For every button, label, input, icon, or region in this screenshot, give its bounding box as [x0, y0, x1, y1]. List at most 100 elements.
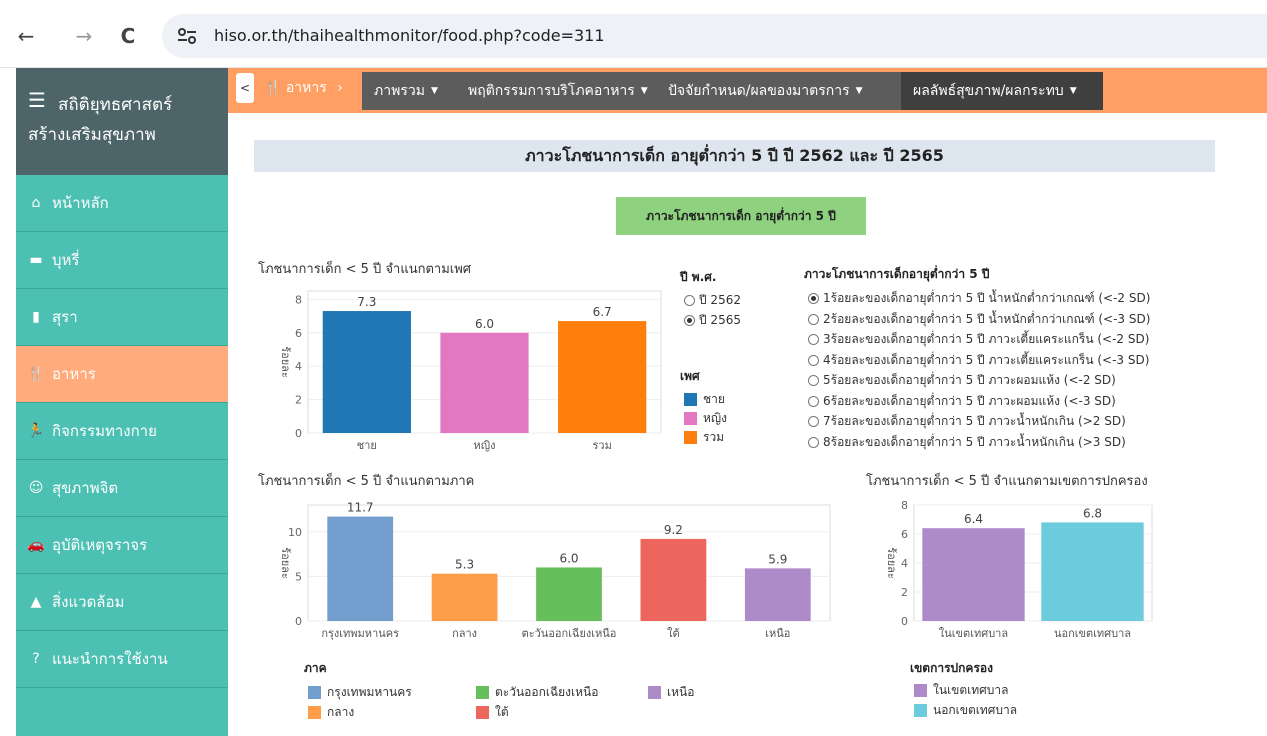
y-tick-label: 10 — [288, 526, 302, 539]
year-radio-label: ปี 2565 — [699, 313, 741, 327]
indicator-radio-1[interactable]: 1ร้อยละของเด็กอายุต่ำกว่า 5 ปี น้ำหนักต่… — [808, 289, 1150, 308]
chevron-right-icon: › — [337, 80, 343, 96]
question-icon: ? — [32, 651, 40, 667]
legend-swatch — [476, 686, 489, 699]
radio-button[interactable] — [808, 293, 819, 304]
caret-down-icon: ▼ — [855, 86, 863, 96]
chart-region-title: โภชนาการเด็ก < 5 ปี จำแนกตามภาค — [258, 474, 475, 489]
site-title[interactable]: สถิติยุทธศาสตร์ สร้างเสริมสุขภาพ — [28, 90, 218, 150]
site-settings-icon[interactable] — [176, 26, 198, 46]
legend-label: กรุงเทพมหานคร — [327, 685, 412, 699]
radio-button[interactable] — [808, 334, 819, 345]
year-radio-0[interactable]: ปี 2562 — [684, 291, 741, 310]
sidebar-item-3[interactable]: 🍴 อาหาร — [16, 346, 228, 403]
legend-item[interactable]: ใต้ — [476, 703, 509, 722]
sidebar-item-2[interactable]: ▮ สุรา — [16, 289, 228, 346]
breadcrumb[interactable]: 🍴 อาหาร › — [264, 73, 343, 103]
legend-item[interactable]: หญิง — [684, 409, 727, 428]
radio-button[interactable] — [808, 313, 819, 325]
bar — [322, 311, 411, 433]
running-icon: 🏃 — [27, 423, 45, 439]
indicator-radio-4[interactable]: 4ร้อยละของเด็กอายุต่ำกว่า 5 ปี ภาวะเตี้ย… — [808, 351, 1149, 370]
data-label: 6.0 — [559, 551, 578, 565]
indicator-radio-3[interactable]: 3ร้อยละของเด็กอายุต่ำกว่า 5 ปี ภาวะเตี้ย… — [808, 330, 1149, 349]
radio-button[interactable] — [808, 354, 819, 366]
legend-item[interactable]: ตะวันออกเฉียงเหนือ — [476, 683, 598, 702]
legend-label: นอกเขตเทศบาล — [933, 703, 1018, 717]
menu-behavior-label: พฤติกรรมการบริโภคอาหาร — [468, 83, 635, 99]
caret-down-icon: ▼ — [640, 86, 648, 96]
site-title-line2: สร้างเสริมสุขภาพ — [28, 125, 156, 145]
legend-swatch — [684, 431, 697, 444]
sidebar-item-7[interactable]: ▲ สิ่งแวดล้อม — [16, 574, 228, 631]
y-tick-label: 2 — [901, 586, 908, 599]
sidebar-item-label: สุรา — [52, 308, 78, 326]
menu-overview[interactable]: ภาพรวม ▼ — [374, 72, 438, 110]
data-label: 9.2 — [664, 523, 683, 537]
sidebar-item-1[interactable]: ▬ บุหรี่ — [16, 232, 228, 289]
indicator-radio-label: 4ร้อยละของเด็กอายุต่ำกว่า 5 ปี ภาวะเตี้ย… — [823, 352, 1150, 367]
legend-label: รวม — [703, 430, 725, 444]
radio-button[interactable] — [684, 295, 695, 306]
legend-item[interactable]: รวม — [684, 428, 724, 447]
legend-item[interactable]: นอกเขตเทศบาล — [914, 701, 1017, 720]
sidebar-item-6[interactable]: 🚗 อุบัติเหตุจราจร — [16, 517, 228, 574]
legend-swatch — [684, 393, 697, 406]
x-tick-label: หญิง — [474, 439, 496, 452]
menu-determinants-label: ปัจจัยกำหนด/ผลของมาตรการ — [668, 83, 850, 99]
sidebar-item-5[interactable]: ☺ สุขภาพจิต — [16, 460, 228, 517]
indicator-radio-5[interactable]: 5ร้อยละของเด็กอายุต่ำกว่า 5 ปี ภาวะผอมแห… — [808, 371, 1116, 390]
sidebar-item-0[interactable]: ⌂ หน้าหลัก — [16, 175, 228, 232]
data-label: 6.0 — [475, 317, 494, 331]
area-legend-title: เขตการปกครอง — [910, 661, 993, 675]
radio-button[interactable] — [808, 416, 819, 427]
indicator-radio-8[interactable]: 8ร้อยละของเด็กอายุต่ำกว่า 5 ปี ภาวะน้ำหน… — [808, 433, 1126, 452]
menu-determinants[interactable]: ปัจจัยกำหนด/ผลของมาตรการ ▼ — [668, 72, 863, 110]
bar — [640, 538, 707, 621]
radio-button[interactable] — [808, 375, 819, 386]
main-content: ภาวะโภชนาการเด็ก อายุต่ำกว่า 5 ปี ปี 256… — [228, 113, 1267, 736]
legend-item[interactable]: ชาย — [684, 390, 725, 409]
top-nav: < 🍴 อาหาร › ภาพรวม ▼ พฤติกรรมการบริโภคอาห… — [228, 68, 1267, 113]
indicator-radio-label: 7ร้อยละของเด็กอายุต่ำกว่า 5 ปี ภาวะน้ำหน… — [823, 414, 1126, 428]
page-title: ภาวะโภชนาการเด็ก อายุต่ำกว่า 5 ปี ปี 256… — [254, 140, 1215, 172]
nav-back-button[interactable]: < — [236, 73, 254, 103]
legend-item[interactable]: เหนือ — [648, 683, 694, 702]
data-label: 6.8 — [1083, 506, 1102, 520]
breadcrumb-label: อาหาร — [285, 80, 327, 96]
tree-icon: ▲ — [30, 594, 42, 610]
indicator-radio-6[interactable]: 6ร้อยละของเด็กอายุต่ำกว่า 5 ปี ภาวะผอมแห… — [808, 392, 1116, 411]
back-icon[interactable]: ← — [14, 24, 38, 48]
menu-behavior[interactable]: พฤติกรรมการบริโภคอาหาร ▼ — [468, 72, 648, 110]
legend-swatch — [476, 706, 489, 719]
legend-item[interactable]: กรุงเทพมหานคร — [308, 683, 412, 702]
y-tick-label: 2 — [295, 394, 302, 407]
radio-button[interactable] — [808, 436, 819, 448]
browser-toolbar: ← → C hiso.or.th/thaihealthmonitor/food.… — [0, 0, 1267, 68]
radio-button[interactable] — [808, 395, 819, 407]
x-tick-label: ในเขตเทศบาล — [939, 627, 1008, 640]
sidebar-item-label: บุหรี่ — [52, 251, 80, 269]
legend-item[interactable]: กลาง — [308, 703, 354, 722]
x-tick-label: ชาย — [357, 439, 377, 452]
sidebar-item-4[interactable]: 🏃 กิจกรรมทางกาย — [16, 403, 228, 460]
legend-label: หญิง — [703, 411, 727, 425]
data-label: 5.3 — [455, 558, 474, 572]
year-radio-label: ปี 2562 — [699, 293, 741, 307]
sidebar-item-8[interactable]: ? แนะนำการใช้งาน — [16, 631, 228, 688]
radio-button[interactable] — [684, 315, 695, 326]
indicator-radio-7[interactable]: 7ร้อยละของเด็กอายุต่ำกว่า 5 ปี ภาวะน้ำหน… — [808, 412, 1126, 431]
y-axis-label: ร้อยละ — [279, 547, 292, 579]
reload-icon[interactable]: C — [116, 24, 140, 48]
url-text[interactable]: hiso.or.th/thaihealthmonitor/food.php?co… — [214, 26, 605, 45]
year-radio-1[interactable]: ปี 2565 — [684, 311, 741, 330]
menu-overview-label: ภาพรวม — [374, 83, 425, 99]
x-tick-label: เหนือ — [765, 627, 790, 640]
indicator-radio-2[interactable]: 2ร้อยละของเด็กอายุต่ำกว่า 5 ปี น้ำหนักต่… — [808, 310, 1150, 329]
menu-outcomes[interactable]: ผลลัพธ์สุขภาพ/ผลกระทบ ▼ — [901, 72, 1103, 110]
forward-icon[interactable]: → — [72, 24, 96, 48]
sidebar-item-label: สิ่งแวดล้อม — [52, 593, 125, 611]
indicator-radio-label: 3ร้อยละของเด็กอายุต่ำกว่า 5 ปี ภาวะเตี้ย… — [823, 332, 1150, 346]
address-bar[interactable]: hiso.or.th/thaihealthmonitor/food.php?co… — [162, 14, 1267, 58]
legend-item[interactable]: ในเขตเทศบาล — [914, 681, 1009, 700]
